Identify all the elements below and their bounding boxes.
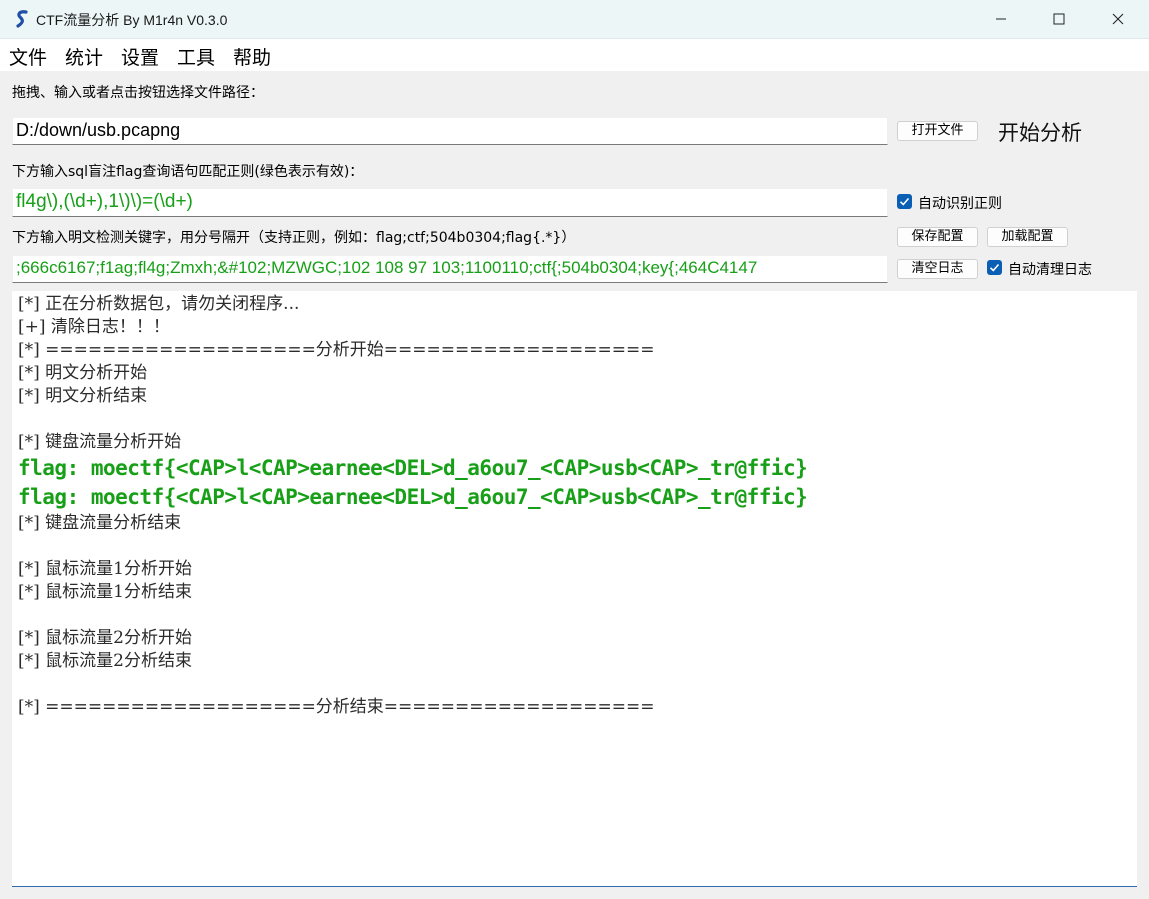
open-file-button[interactable]: 打开文件 [897,121,978,141]
sql-regex-label: 下方输入sql盲注flag查询语句匹配正则(绿色表示有效)： [12,164,364,180]
title-bar: CTF流量分析 By M1r4n V0.3.0 [0,0,1149,39]
menu-bar: 文件 统计 设置 工具 帮助 [0,39,1149,71]
log-output[interactable]: [*] 正在分析数据包，请勿关闭程序... [+] 清除日志！！！ [*] ====… [12,291,1137,887]
minimize-icon [996,18,1006,20]
minimize-button[interactable] [972,0,1030,38]
app-logo-icon [12,9,32,29]
file-path-input[interactable]: D:/down/usb.pcapng [12,117,888,145]
file-path-value: D:/down/usb.pcapng [16,120,181,140]
log-line: [*] 鼠标流量1分析结束 [18,582,192,602]
close-button[interactable] [1089,0,1147,38]
checkmark-icon [989,263,1000,272]
log-line: [*] 明文分析结束 [18,386,148,406]
save-config-button[interactable]: 保存配置 [897,227,978,247]
log-line: [+] 清除日志！！！ [18,317,170,337]
maximize-icon [1053,13,1065,25]
log-line: [*] 鼠标流量2分析开始 [18,628,192,648]
menu-statistics[interactable]: 统计 [65,43,103,70]
file-path-label: 拖拽、输入或者点击按钮选择文件路径： [12,85,264,101]
keyword-label: 下方输入明文检测关键字，用分号隔开（支持正则，例如：flag;ctf;504b0… [12,230,576,246]
close-icon [1112,13,1124,25]
log-line: [*] 键盘流量分析结束 [18,513,182,533]
menu-tools[interactable]: 工具 [177,43,215,70]
log-line: [*] 鼠标流量2分析结束 [18,651,192,671]
log-line-flag: flag: moectf{<CAP>l<CAP>earnee<DEL>d_a6o… [18,485,808,509]
log-line: [*] ===================分析结束=============… [18,697,655,717]
log-line: [*] 正在分析数据包，请勿关闭程序... [18,294,300,314]
auto-regex-label: 自动识别正则 [918,196,1002,212]
menu-file[interactable]: 文件 [9,43,47,70]
sql-regex-input[interactable]: fl4g\),(\d+),1\)\)=(\d+) [12,188,888,217]
auto-clear-log-checkbox[interactable] [987,260,1002,275]
log-line: [*] 明文分析开始 [18,363,148,383]
menu-settings[interactable]: 设置 [121,43,159,70]
menu-help[interactable]: 帮助 [233,43,271,70]
keywords-input[interactable]: ;666c6167;f1ag;fl4g;Zmxh;&#102;MZWGC;102… [12,255,888,283]
auto-clear-log-label: 自动清理日志 [1008,262,1092,278]
keywords-value: ;666c6167;f1ag;fl4g;Zmxh;&#102;MZWGC;102… [16,258,758,277]
log-line: [*] 鼠标流量1分析开始 [18,559,192,579]
window-title: CTF流量分析 By M1r4n V0.3.0 [36,12,228,28]
load-config-button[interactable]: 加载配置 [987,227,1068,247]
log-line-flag: flag: moectf{<CAP>l<CAP>earnee<DEL>d_a6o… [18,456,808,480]
clear-log-button[interactable]: 清空日志 [897,259,978,279]
log-line: [*] ===================分析开始=============… [18,340,655,360]
log-line: [*] 键盘流量分析开始 [18,432,182,452]
auto-regex-checkbox[interactable] [897,194,912,209]
checkmark-icon [899,197,910,206]
start-analysis-button[interactable]: 开始分析 [998,117,1082,147]
maximize-button[interactable] [1030,0,1088,38]
sql-regex-value: fl4g\),(\d+),1\)\)=(\d+) [16,191,193,212]
